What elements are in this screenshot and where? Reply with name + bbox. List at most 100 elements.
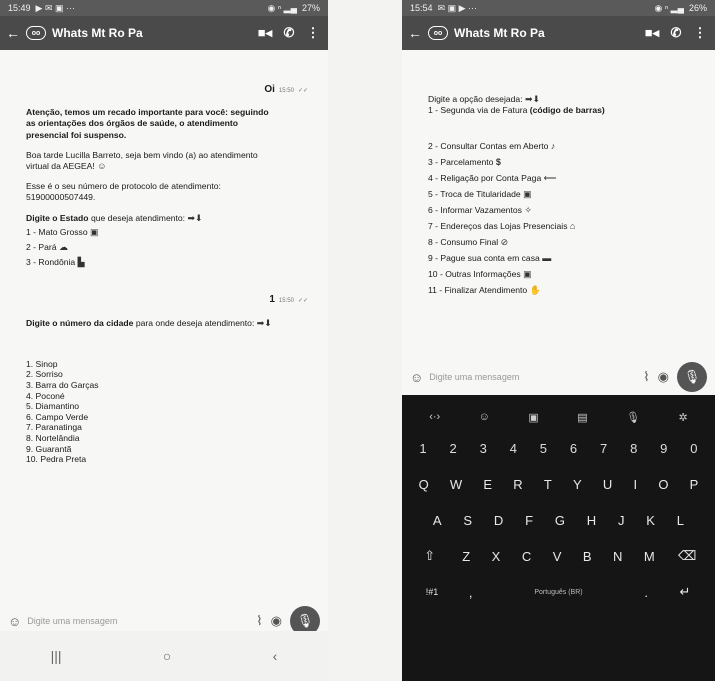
back-nav-icon[interactable]: ‹ [273, 648, 278, 664]
key[interactable]: O [658, 477, 668, 492]
key[interactable]: P [690, 477, 699, 492]
list-item: 2 - Pará [26, 242, 57, 253]
list-item: 9. Guarantã [26, 443, 72, 454]
key[interactable]: N [613, 549, 622, 564]
space-bar[interactable]: Português (BR) [498, 589, 618, 596]
key[interactable]: A [433, 513, 442, 528]
list-item: 3 - Rondônia [26, 257, 76, 268]
key[interactable]: Y [573, 477, 582, 492]
state-options-list: 1 - Mato Grosso ▣ 2 - Pará ☁ 3 - Rondôni… [26, 227, 276, 269]
symbols-key[interactable]: !#1 [421, 587, 443, 597]
dollar-emoji-icon: $ [495, 157, 501, 168]
key[interactable]: J [618, 513, 625, 528]
key[interactable]: 1 [419, 441, 426, 456]
key[interactable]: H [587, 513, 596, 528]
info-emoji-icon: ▣ [523, 269, 532, 280]
mic-icon[interactable]: 🎙 [677, 362, 707, 392]
mic-icon[interactable]: 🎙 [626, 411, 640, 424]
key[interactable]: 3 [480, 441, 487, 456]
settings-gear-icon[interactable]: ✲ [679, 411, 688, 424]
more-options-icon[interactable]: ⋮ [691, 25, 709, 41]
avatar[interactable]: oo [26, 26, 46, 40]
key[interactable]: 2 [450, 441, 457, 456]
message-input[interactable]: ☺ Digite uma mensagem [8, 614, 248, 629]
key[interactable]: T [544, 477, 552, 492]
option-prompt: Digite a opção desejada: [428, 94, 523, 104]
recent-apps-icon[interactable]: ||| [51, 648, 62, 664]
key[interactable]: V [553, 549, 562, 564]
battery-level: 27% [301, 3, 320, 13]
chat-title[interactable]: Whats Mt Ro Pa [454, 26, 637, 40]
city-prompt-bold: Digite o número da cidade [26, 317, 134, 328]
list-item: 10 - Outras Informações [428, 269, 521, 280]
key[interactable]: I [634, 477, 638, 492]
enter-icon[interactable]: ↵ [674, 584, 696, 600]
chat-title[interactable]: Whats Mt Ro Pa [52, 26, 250, 40]
back-arrow-icon[interactable]: ← [6, 25, 20, 41]
voice-call-icon[interactable]: ✆ [280, 25, 298, 41]
building-emoji-icon: ▙ [77, 257, 85, 268]
chat-area: Oi 15:50 ✓✓ Atenção, temos um recado impor… [0, 84, 328, 465]
period-key[interactable]: . [644, 585, 648, 600]
key[interactable]: C [522, 549, 531, 564]
key[interactable]: G [555, 513, 565, 528]
key[interactable]: 6 [570, 441, 577, 456]
gif-icon[interactable]: ▤ [577, 411, 587, 424]
key[interactable]: M [644, 549, 655, 564]
key[interactable]: K [646, 513, 655, 528]
key[interactable]: W [450, 477, 462, 492]
list-item: 9 - Pague sua conta em casa [428, 253, 540, 264]
smile-emoji-icon: ☺ [97, 161, 107, 172]
key[interactable]: S [463, 513, 472, 528]
emoji-icon[interactable]: ☺ [479, 411, 490, 424]
key[interactable]: D [494, 513, 503, 528]
camera-icon[interactable]: ◉ [658, 369, 669, 385]
clock: 15:54 [410, 3, 433, 13]
camera-icon[interactable]: ◉ [271, 613, 282, 629]
key[interactable]: Q [419, 477, 429, 492]
music-emoji-icon: ♪ [550, 141, 556, 152]
avatar[interactable]: oo [428, 26, 448, 40]
shift-icon[interactable]: ⇧ [419, 548, 441, 564]
key[interactable]: X [492, 549, 501, 564]
key[interactable]: 5 [540, 441, 547, 456]
city-prompt: para onde deseja atendimento: [133, 317, 255, 328]
more-options-icon[interactable]: ⋮ [304, 25, 322, 41]
voice-call-icon[interactable]: ✆ [667, 25, 685, 41]
key[interactable]: 4 [510, 441, 517, 456]
key[interactable]: R [513, 477, 522, 492]
comma-key[interactable]: , [469, 585, 473, 600]
store-emoji-icon: ⌂ [569, 221, 576, 232]
key[interactable]: 0 [690, 441, 697, 456]
key[interactable]: 8 [630, 441, 637, 456]
arrow-emoji-icon: ⟵ [543, 173, 557, 184]
key[interactable]: 7 [600, 441, 607, 456]
emoji-icon[interactable]: ☺ [410, 370, 423, 385]
key[interactable]: F [525, 513, 533, 528]
video-call-icon[interactable]: ■◂ [643, 25, 661, 41]
arrow-down-emoji-icon: ➡⬇ [256, 317, 272, 328]
user-message: Oi 15:50 ✓✓ [264, 84, 308, 95]
key[interactable]: L [677, 513, 684, 528]
user-message-text: 1 [269, 294, 275, 306]
back-arrow-icon[interactable]: ← [408, 25, 422, 41]
list-item: 11 - Finalizar Atendimento [428, 285, 528, 296]
list-item: 2. Sorriso [26, 369, 63, 380]
key[interactable]: B [583, 549, 592, 564]
notification-icons: ▶ ✉ ▣ ··· [35, 2, 75, 13]
input-placeholder: Digite uma mensagem [429, 372, 520, 382]
attach-icon[interactable]: ⌇ [643, 369, 649, 385]
attach-icon[interactable]: ⌇ [256, 613, 262, 629]
video-call-icon[interactable]: ■◂ [256, 25, 274, 41]
backspace-icon[interactable]: ⌫ [676, 548, 698, 564]
key[interactable]: Z [462, 549, 470, 564]
key[interactable]: U [603, 477, 612, 492]
message-input[interactable]: ☺ Digite uma mensagem [410, 370, 635, 385]
keyboard-menu-icon[interactable]: ‹·› [429, 411, 440, 424]
sticker-icon[interactable]: ▣ [528, 411, 538, 424]
home-icon[interactable]: ○ [163, 648, 171, 664]
key[interactable]: 9 [660, 441, 667, 456]
emoji-icon[interactable]: ☺ [8, 614, 21, 629]
state-prompt: que deseja atendimento: [88, 212, 186, 223]
key[interactable]: E [483, 477, 492, 492]
